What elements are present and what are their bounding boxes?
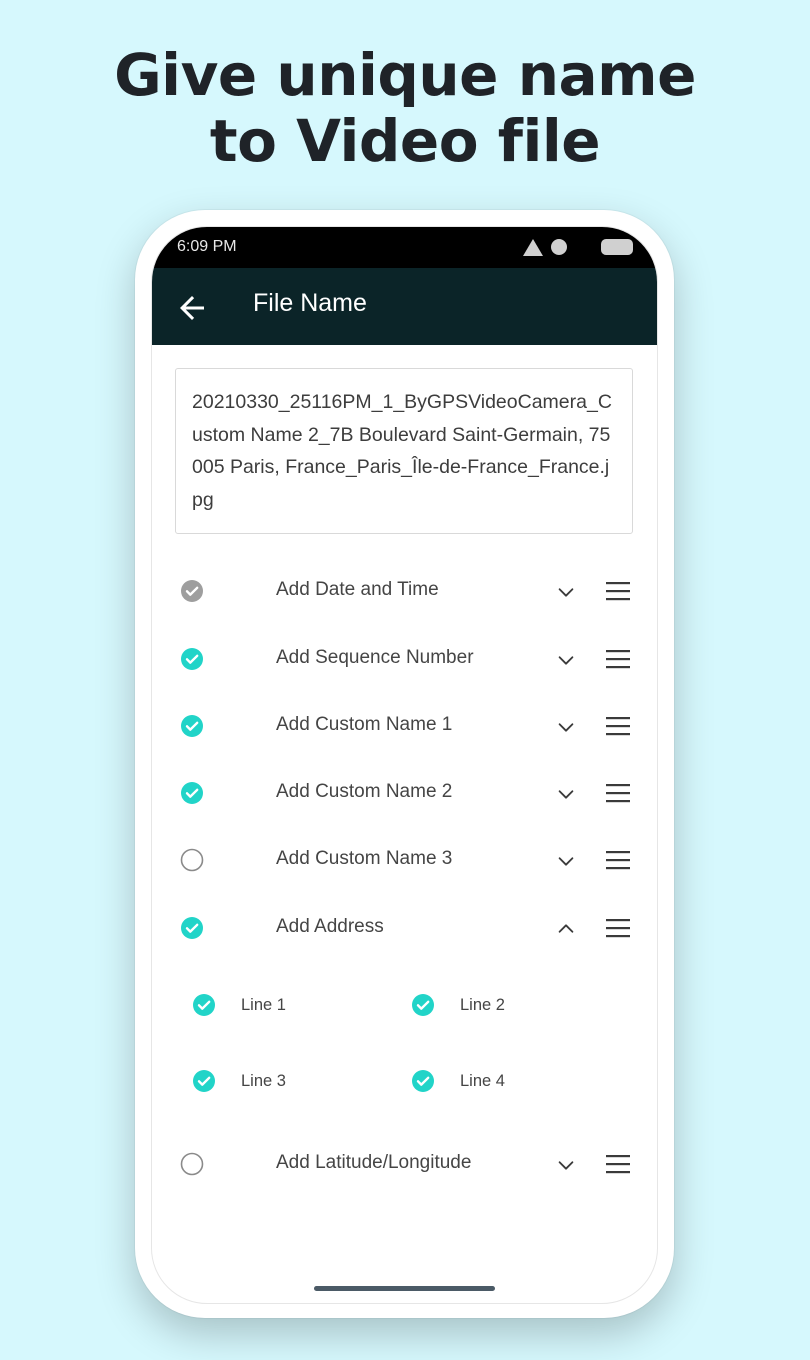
chevron-down-icon[interactable] <box>555 850 577 872</box>
chevron-down-icon[interactable] <box>555 716 577 738</box>
empty-circle-icon[interactable] <box>180 1152 204 1176</box>
drag-handle-icon[interactable] <box>605 782 631 804</box>
option-label: Add Date and Time <box>276 579 439 600</box>
check-circle-icon[interactable] <box>180 916 204 940</box>
check-circle-icon[interactable] <box>180 714 204 738</box>
check-circle-icon[interactable] <box>192 993 216 1017</box>
check-circle-icon[interactable] <box>180 781 204 805</box>
option-label: Add Custom Name 1 <box>276 714 453 735</box>
file-name-preview: 20210330_25116PM_1_ByGPSVideoCamera_Cust… <box>175 368 633 534</box>
phone-frame: 6:09 PM File Name 20210330_25116PM_1_ByG… <box>135 210 674 1318</box>
chevron-down-icon[interactable] <box>555 783 577 805</box>
option-row-6[interactable]: Add Address <box>152 904 657 952</box>
chevron-down-icon[interactable] <box>555 1154 577 1176</box>
wifi-icon <box>551 239 567 255</box>
drag-handle-icon[interactable] <box>605 715 631 737</box>
option-label: Add Address <box>276 916 384 937</box>
chevron-up-icon[interactable] <box>555 918 577 940</box>
back-arrow-icon[interactable] <box>174 290 210 326</box>
headline-line-2: to Video file <box>209 107 601 175</box>
check-circle-icon[interactable] <box>180 647 204 671</box>
address-line-label: Line 3 <box>241 1072 286 1090</box>
option-row-1[interactable]: Add Date and Time <box>152 567 657 615</box>
option-label: Add Custom Name 2 <box>276 781 453 802</box>
option-row-2[interactable]: Add Sequence Number <box>152 635 657 683</box>
headline-line-1: Give unique name <box>114 41 696 109</box>
address-line-label: Line 4 <box>460 1072 505 1090</box>
app-bar: File Name <box>152 268 657 345</box>
status-time: 6:09 PM <box>177 238 237 255</box>
address-line-label: Line 1 <box>241 996 286 1014</box>
option-label: Add Custom Name 3 <box>276 848 453 869</box>
battery-icon <box>601 239 633 255</box>
check-circle-icon[interactable] <box>411 1069 435 1093</box>
drag-handle-icon[interactable] <box>605 917 631 939</box>
drag-handle-icon[interactable] <box>605 580 631 602</box>
signal-icon <box>523 239 543 256</box>
drag-handle-icon[interactable] <box>605 1153 631 1175</box>
option-row-5[interactable]: Add Custom Name 3 <box>152 836 657 884</box>
status-bar: 6:09 PM <box>152 227 657 268</box>
home-indicator[interactable] <box>314 1286 495 1291</box>
address-line-label: Line 2 <box>460 996 505 1014</box>
option-row-4[interactable]: Add Custom Name 2 <box>152 769 657 817</box>
check-circle-icon[interactable] <box>180 579 204 603</box>
option-label: Add Latitude/Longitude <box>276 1152 472 1173</box>
option-label: Add Sequence Number <box>276 647 474 668</box>
page-title: File Name <box>253 289 367 317</box>
phone-screen: 6:09 PM File Name 20210330_25116PM_1_ByG… <box>151 226 658 1304</box>
chevron-down-icon[interactable] <box>555 649 577 671</box>
check-circle-icon[interactable] <box>192 1069 216 1093</box>
drag-handle-icon[interactable] <box>605 648 631 670</box>
headline: Give unique name to Video file <box>0 42 810 174</box>
option-row-7[interactable]: Add Latitude/Longitude <box>152 1140 657 1188</box>
empty-circle-icon[interactable] <box>180 848 204 872</box>
option-row-3[interactable]: Add Custom Name 1 <box>152 702 657 750</box>
chevron-down-icon[interactable] <box>555 581 577 603</box>
drag-handle-icon[interactable] <box>605 849 631 871</box>
check-circle-icon[interactable] <box>411 993 435 1017</box>
